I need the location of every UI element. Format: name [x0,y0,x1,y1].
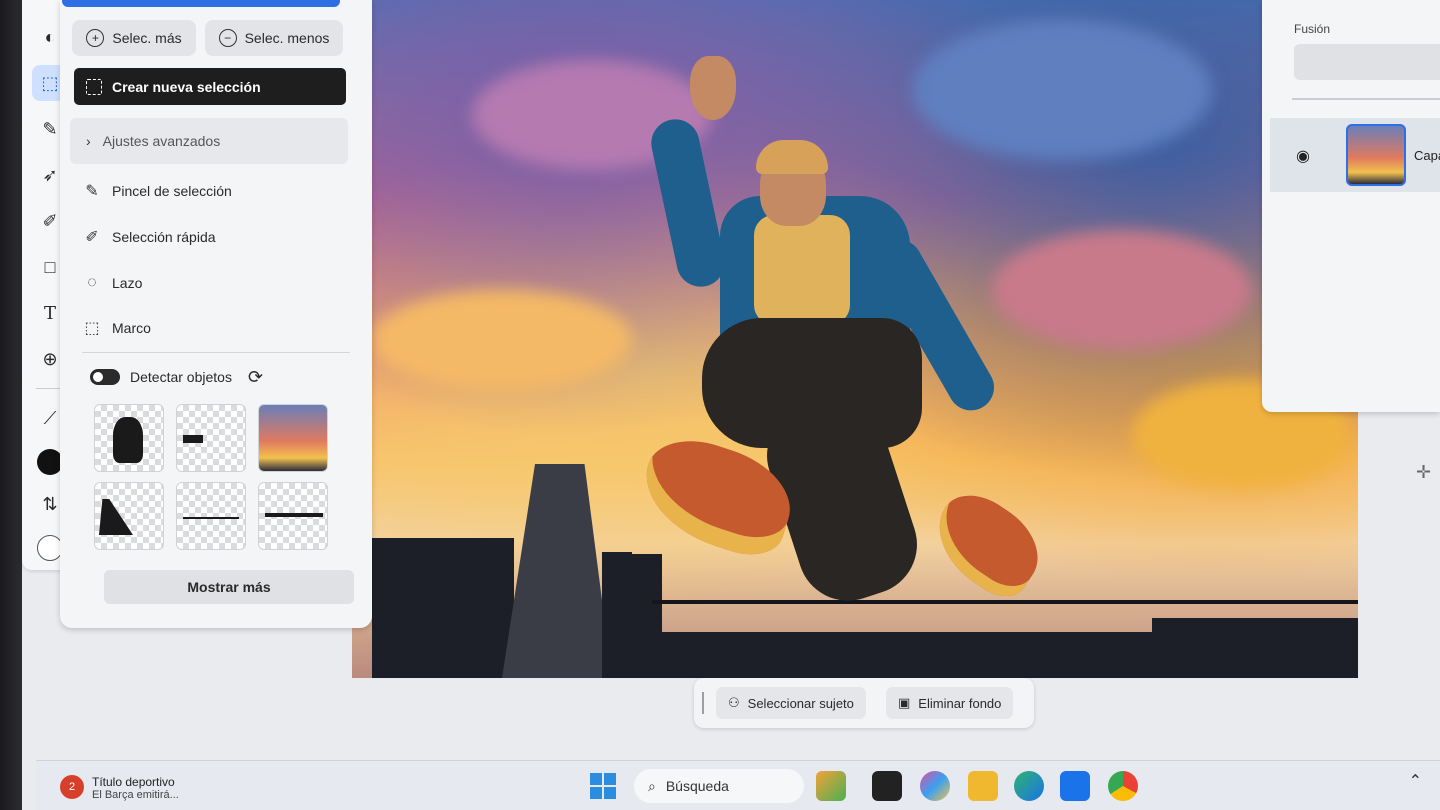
skyline-building [602,552,632,678]
layers-divider [1292,98,1440,100]
skyline-building [662,632,1162,678]
copilot-icon[interactable] [920,771,950,801]
object-silhouette [183,435,203,443]
select-subject-label: Seleccionar sujeto [747,695,854,711]
object-silhouette [99,499,133,535]
taskbar-search[interactable]: ⌕ Búsqueda [634,769,804,803]
minus-circle-icon: − [218,29,237,47]
show-more-label: Mostrar más [187,579,271,595]
tool-selection-brush[interactable]: ✎ Pincel de selección [82,176,232,206]
hoodie [754,215,850,325]
news-subtitle: El Barça emitirá... [92,789,179,801]
cloud [912,20,1212,160]
task-view-icon[interactable] [872,771,902,801]
taskbar: 2 Título deportivo El Barça emitirá... ⌕… [36,760,1440,810]
news-widget[interactable]: 2 Título deportivo El Barça emitirá... [60,775,179,801]
chevron-right-icon: › [86,133,91,149]
tool-label: Marco [112,320,151,336]
layer-row[interactable]: ◉ Capa [1270,118,1440,192]
add-to-selection-label: Selec. más [112,30,182,46]
edge-browser-icon[interactable] [1014,771,1044,801]
search-placeholder: Búsqueda [665,778,729,794]
tool-marquee[interactable]: ⬚ Marco [82,313,151,343]
subtract-from-selection-button[interactable]: − Selec. menos [205,20,343,56]
tool-label: Pincel de selección [112,183,232,199]
detected-object-bridge[interactable] [258,482,328,550]
windows-start-icon[interactable] [590,773,616,799]
detected-objects-grid [94,404,334,550]
blend-mode-label: Fusión [1294,22,1331,36]
cloud [992,230,1252,350]
news-badge-icon: 2 [60,775,84,799]
select-subject-button[interactable]: ⚇ Seleccionar sujeto [716,687,866,719]
selection-brush-icon: ✎ [85,183,99,200]
detect-objects-toggle[interactable] [90,369,120,385]
marquee-icon [86,78,102,95]
image-canvas[interactable] [352,0,1358,678]
panel-top-accent [62,0,340,7]
selection-panel: + Selec. más − Selec. menos Crear nueva … [60,0,372,628]
canvas-action-bar: ⚇ Seleccionar sujeto ▣ Eliminar fondo [694,678,1034,728]
refresh-icon[interactable]: ⟳ [248,367,263,388]
drag-handle[interactable] [702,692,704,714]
search-icon: ⌕ [648,777,656,794]
marquee-icon: ⬚ [84,320,100,337]
tool-label: Lazo [112,275,143,291]
screen: ◐ ⬚ ✎ ➶ ✐ □ T ⊕ ⟋ ⇅ + Selec. más − Selec… [0,0,1440,810]
sneaker-back [919,480,1055,608]
bridge-railing [652,600,1358,604]
quick-selection-icon: ✐ [85,229,99,246]
new-selection-label: Crear nueva selección [112,78,261,95]
tool-lasso[interactable]: ◌ Lazo [82,268,142,298]
detected-object-railing[interactable] [176,482,246,550]
layer-thumbnail[interactable] [1346,124,1406,186]
news-text: Título deportivo El Barça emitirá... [92,775,179,801]
blend-mode-select[interactable] [1294,44,1440,80]
object-silhouette [265,513,323,517]
lasso-icon: ◌ [87,274,97,291]
person-select-icon: ⚇ [728,695,740,710]
skyline-building [502,464,612,678]
raised-hand [690,56,736,120]
microsoft-store-icon[interactable] [1060,771,1090,801]
widgets-app-icon[interactable] [816,771,846,801]
beanie [756,140,828,174]
tool-label: Selección rápida [112,229,216,245]
skyline-building [440,538,514,678]
chevron-up-icon[interactable]: ⌃ [1409,771,1422,791]
object-silhouette [113,417,143,463]
new-selection-button[interactable]: Crear nueva selección [74,68,346,105]
show-more-button[interactable]: Mostrar más [104,570,354,604]
image-icon: ▣ [898,695,911,710]
monitor-bezel [0,0,22,810]
crosshair-cursor-icon: ✛ [1416,462,1432,482]
skyline-building [1152,618,1358,678]
detected-object-person[interactable] [94,404,164,472]
file-explorer-icon[interactable] [968,771,998,801]
object-silhouette [183,517,239,519]
skyline-building [632,554,662,678]
advanced-settings-toggle[interactable]: › Ajustes avanzados [70,118,348,164]
detect-objects-row: Detectar objetos ⟳ [90,365,263,389]
skyline-building [372,538,442,678]
advanced-settings-label: Ajustes avanzados [102,133,221,149]
layer-name: Capa [1414,148,1440,163]
tool-quick-selection[interactable]: ✐ Selección rápida [82,222,216,252]
detected-object-sky[interactable] [258,404,328,472]
panel-divider [82,352,350,353]
plus-circle-icon: + [86,29,105,47]
raised-arm [646,114,730,292]
remove-background-button[interactable]: ▣ Eliminar fondo [886,687,1014,719]
cloud [372,290,632,390]
subtract-from-selection-label: Selec. menos [244,30,330,46]
eye-icon[interactable]: ◉ [1296,146,1310,166]
add-to-selection-button[interactable]: + Selec. más [72,20,196,56]
news-title: Título deportivo [92,775,175,789]
layers-panel: Fusión ◉ Capa [1262,0,1440,412]
detect-objects-label: Detectar objetos [130,369,232,385]
detected-object-small[interactable] [176,404,246,472]
chrome-browser-icon[interactable] [1108,771,1138,801]
remove-background-label: Eliminar fondo [918,695,1002,711]
detected-object-building[interactable] [94,482,164,550]
